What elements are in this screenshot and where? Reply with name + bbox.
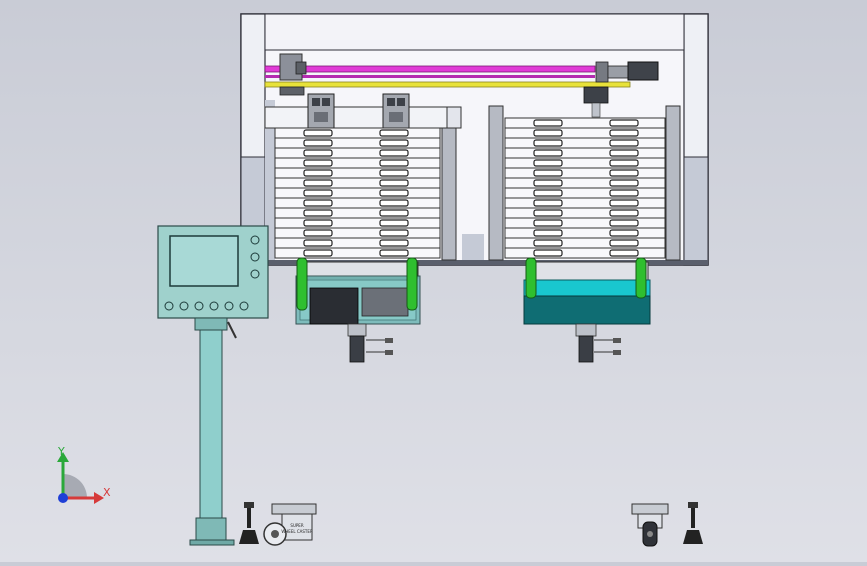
- motor-block: [309, 287, 359, 325]
- axis-x-label: X: [103, 486, 111, 499]
- lift-unit-right: [523, 257, 651, 363]
- tray-stack-left: [274, 127, 441, 259]
- rail-end-block: [595, 61, 609, 83]
- hmi-screen: [169, 235, 239, 287]
- caster-plate-label: SUPER: [290, 523, 303, 528]
- lift-cylinder: [349, 335, 365, 363]
- gripper-left: [307, 93, 335, 129]
- leveling-foot-icon: [239, 502, 259, 544]
- axis-y-label: Y: [57, 445, 65, 458]
- green-roller: [406, 257, 418, 311]
- drive-motor: [627, 61, 659, 81]
- green-roller: [525, 257, 537, 299]
- tray-stack-right: [504, 117, 666, 259]
- support-column: [199, 329, 223, 519]
- leveling-foot-icon: [683, 502, 703, 544]
- green-roller: [296, 257, 308, 311]
- caster-wheel-icon: SUPER WHEEL CASTER: [263, 503, 317, 546]
- lift-cylinder: [578, 335, 594, 363]
- yellow-rail: [264, 81, 631, 88]
- cyan-housing: [523, 279, 651, 297]
- caster-wheel-icon: [631, 503, 669, 547]
- coordinate-triad-icon: Y X: [57, 445, 111, 504]
- gripper-right: [382, 93, 410, 129]
- control-panel: [157, 225, 269, 546]
- cad-viewport[interactable]: SUPER WHEEL CASTER Y X: [0, 0, 867, 562]
- lift-unit-left: [295, 257, 421, 363]
- green-roller: [635, 257, 647, 299]
- magenta-rail: [264, 65, 596, 73]
- caster-plate-label: WHEEL CASTER: [281, 529, 313, 534]
- lift-cylinder: [583, 86, 609, 104]
- machine-drawing: SUPER WHEEL CASTER Y X: [57, 13, 709, 547]
